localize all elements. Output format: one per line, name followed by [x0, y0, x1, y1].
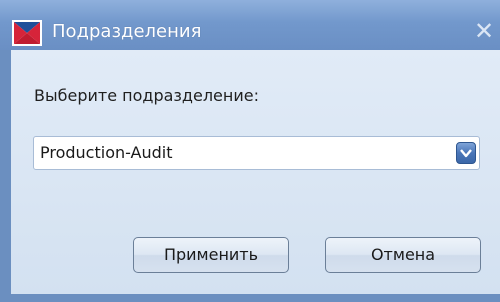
- subdivision-prompt: Выберите подразделение:: [34, 86, 259, 105]
- selected-subdivision: Production-Audit: [40, 143, 173, 162]
- apply-button[interactable]: Применить: [133, 237, 289, 273]
- cancel-button[interactable]: Отмена: [325, 237, 481, 273]
- window-title: Подразделения: [52, 21, 202, 42]
- chevron-down-icon: [460, 149, 472, 158]
- app-logo-icon: [12, 20, 42, 46]
- subdivision-select[interactable]: Production-Audit: [33, 136, 480, 170]
- close-button[interactable]: ✕: [474, 14, 500, 48]
- dialog-body: Выберите подразделение: Production-Audit…: [11, 50, 500, 294]
- title-bar[interactable]: Подразделения ✕: [0, 0, 500, 50]
- window-bottom-border: [0, 294, 500, 302]
- dropdown-button[interactable]: [456, 142, 476, 164]
- subdivisions-dialog: Подразделения ✕ Выберите подразделение: …: [0, 0, 500, 302]
